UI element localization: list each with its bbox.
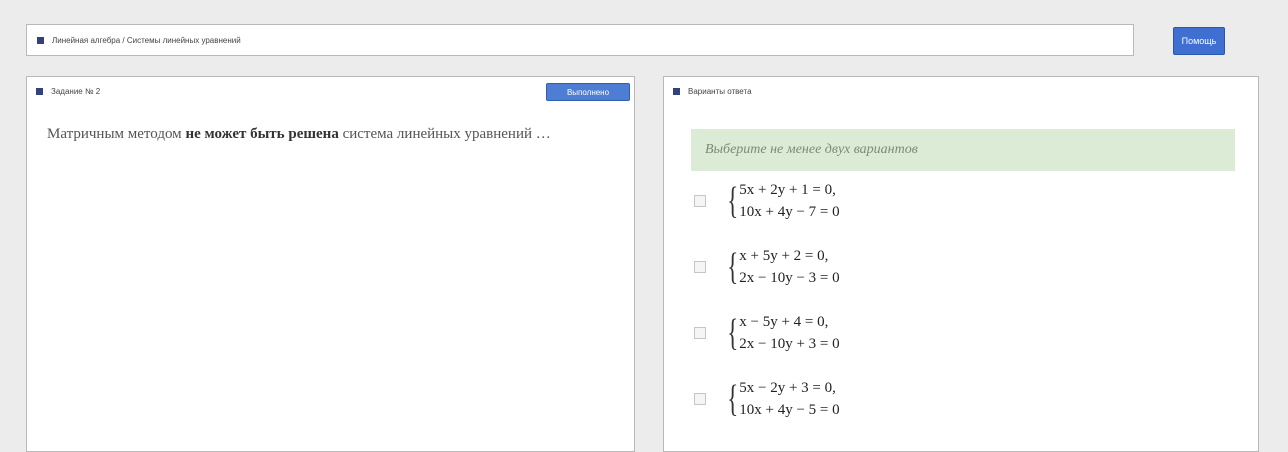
equation-line: 10x + 4y − 5 = 0 <box>739 402 840 418</box>
answer-checkbox[interactable] <box>694 261 706 273</box>
equation-system: { 5x + 2y + 1 = 0, 10x + 4y − 7 = 0 <box>720 179 840 223</box>
question-emphasis: не может быть решена <box>185 126 339 142</box>
task-panel-header: Задание № 2 <box>27 77 634 105</box>
equation-line: x − 5y + 4 = 0, <box>739 314 829 330</box>
breadcrumb-text: Линейная алгебра / Системы линейных урав… <box>52 35 241 45</box>
equation-line: 5x + 2y + 1 = 0, <box>739 182 836 198</box>
execute-button[interactable]: Выполнено <box>546 83 630 101</box>
equation-line: 2x − 10y − 3 = 0 <box>739 270 840 286</box>
answers-panel: Варианты ответа Выберите не менее двух в… <box>663 76 1259 452</box>
equation-line: 10x + 4y − 7 = 0 <box>739 204 840 220</box>
section-square-icon <box>36 87 43 95</box>
answer-option[interactable]: { x + 5y + 2 = 0, 2x − 10y − 3 = 0 <box>694 245 840 289</box>
answers-panel-header: Варианты ответа <box>664 77 1258 105</box>
question-part: Матричным методом <box>47 126 186 142</box>
help-button[interactable]: Помощь <box>1173 27 1225 55</box>
brace-icon: { <box>727 246 739 288</box>
brace-icon: { <box>727 312 739 354</box>
breadcrumb: Линейная алгебра / Системы линейных урав… <box>26 24 1134 56</box>
equation-system: { x + 5y + 2 = 0, 2x − 10y − 3 = 0 <box>720 245 840 289</box>
answer-checkbox[interactable] <box>694 327 706 339</box>
answer-option[interactable]: { 5x − 2y + 3 = 0, 10x + 4y − 5 = 0 <box>694 377 840 421</box>
answer-checkbox[interactable] <box>694 195 706 207</box>
task-title: Задание № 2 <box>51 86 101 96</box>
answer-option[interactable]: { x − 5y + 4 = 0, 2x − 10y + 3 = 0 <box>694 311 840 355</box>
hint-banner: Выберите не менее двух вариантов <box>691 129 1235 171</box>
answer-option[interactable]: { 5x + 2y + 1 = 0, 10x + 4y − 7 = 0 <box>694 179 840 223</box>
answer-checkbox[interactable] <box>694 393 706 405</box>
section-square-icon <box>673 87 680 95</box>
equation-line: 5x − 2y + 3 = 0, <box>739 380 836 396</box>
equation-line: x + 5y + 2 = 0, <box>739 248 829 264</box>
equation-line: 2x − 10y + 3 = 0 <box>739 336 840 352</box>
question-part: система линейных уравнений … <box>338 126 551 142</box>
brace-icon: { <box>727 180 739 222</box>
section-square-icon <box>37 36 44 44</box>
equation-system: { x − 5y + 4 = 0, 2x − 10y + 3 = 0 <box>720 311 840 355</box>
equation-system: { 5x − 2y + 3 = 0, 10x + 4y − 5 = 0 <box>720 377 840 421</box>
question-text: Матричным методом не может быть решена с… <box>47 123 607 146</box>
answers-title: Варианты ответа <box>688 86 752 96</box>
brace-icon: { <box>727 378 739 420</box>
task-panel: Задание № 2 Выполнено Матричным методом … <box>26 76 635 452</box>
